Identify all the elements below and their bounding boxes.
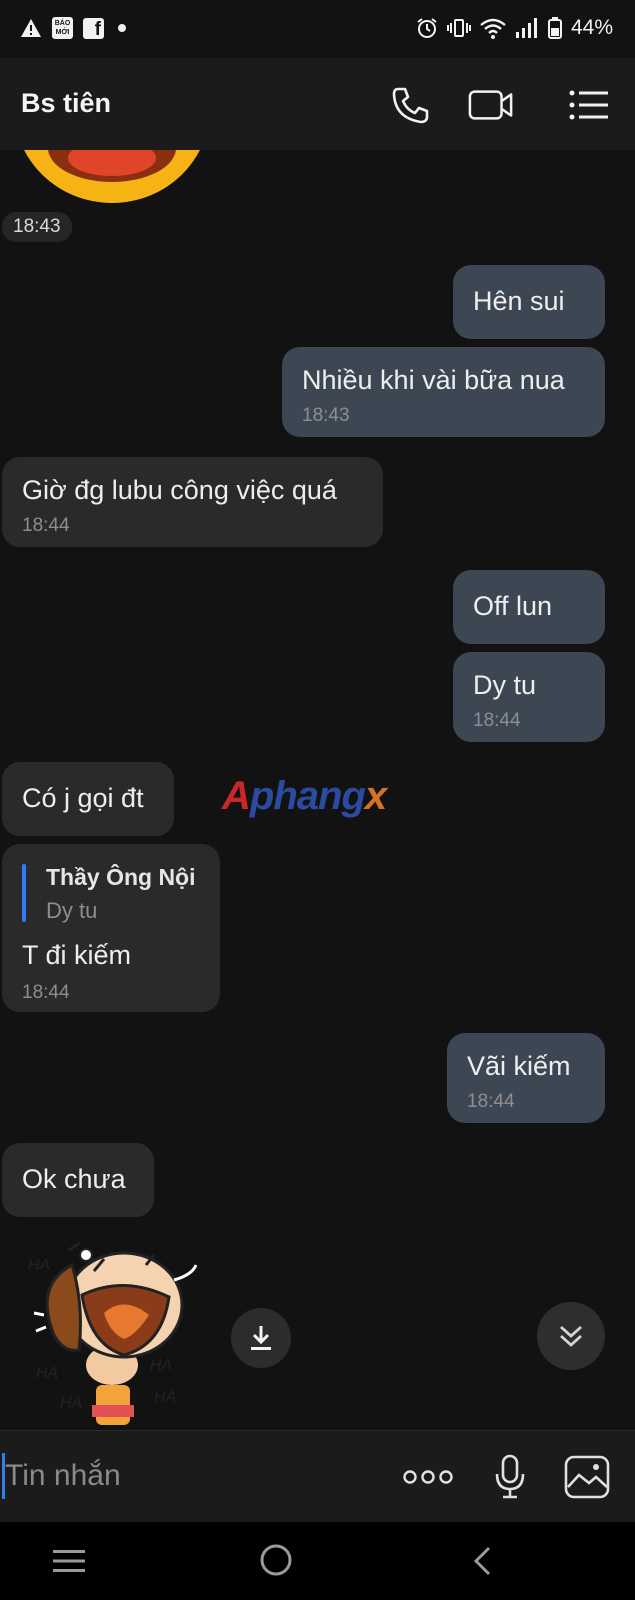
reply-author: Thầy Ông Nội	[46, 864, 196, 890]
message-bubble-incoming-reply[interactable]: Thầy Ông Nội Dy tu T đi kiếm 18:44	[2, 844, 220, 1012]
notification-dot-icon	[118, 24, 126, 32]
message-time: 18:44	[467, 1091, 515, 1112]
message-bubble-outgoing[interactable]: Dy tu 18:44	[453, 652, 605, 742]
message-text: Có j gọi đt	[22, 783, 144, 813]
message-bubble-incoming[interactable]: Giờ đg lubu công việc quá 18:44	[2, 457, 383, 547]
video-camera-icon	[468, 90, 513, 120]
message-time: 18:43	[302, 405, 350, 426]
contact-name[interactable]: Bs tiên	[21, 88, 111, 119]
more-options-button[interactable]	[402, 1457, 454, 1497]
news-app-icon: BÁO MỚI	[52, 17, 73, 39]
chat-area[interactable]: 18:43 Hên sui Nhiều khi vài bữa nua 18:4…	[0, 150, 635, 1430]
list-menu-icon	[569, 90, 608, 120]
image-icon	[564, 1455, 610, 1499]
time-chip: 18:43	[2, 212, 72, 242]
status-bar: BÁO MỚI f 44%	[0, 0, 635, 58]
watermark-logo: Aphangx	[222, 774, 387, 818]
facebook-icon: f	[83, 17, 104, 40]
home-icon	[260, 1544, 292, 1576]
video-call-button[interactable]	[468, 82, 514, 128]
message-text: Giờ đg lubu công việc quá	[22, 475, 337, 505]
message-text: Dy tu	[473, 670, 537, 700]
battery-percent: 44%	[570, 16, 613, 39]
reply-quote-bar	[22, 864, 26, 922]
message-text: Ok chưa	[22, 1164, 126, 1194]
sticker-ha-text: HA	[150, 1357, 173, 1374]
phone-icon	[392, 87, 429, 124]
message-input[interactable]: Tin nhắn	[5, 1459, 121, 1493]
microphone-icon	[495, 1454, 525, 1499]
send-image-button[interactable]	[563, 1453, 611, 1501]
home-button[interactable]	[256, 1540, 296, 1580]
sticker-ha-text: HA	[28, 1257, 51, 1274]
double-chevron-down-icon	[560, 1325, 582, 1347]
system-nav-bar	[0, 1522, 635, 1600]
alarm-icon	[417, 18, 437, 38]
message-bubble-outgoing[interactable]: Hên sui	[453, 265, 605, 339]
message-text: Nhiều khi vài bữa nua	[302, 365, 565, 395]
battery-icon	[547, 17, 562, 39]
message-bubble-outgoing[interactable]: Nhiều khi vài bữa nua 18:43	[282, 347, 605, 437]
download-button[interactable]	[231, 1308, 291, 1368]
message-time: 18:44	[22, 982, 70, 1003]
menu-button[interactable]	[566, 82, 612, 128]
warning-icon	[21, 19, 41, 37]
message-bubble-incoming[interactable]: Có j gọi đt	[2, 762, 174, 836]
message-time: 18:44	[22, 515, 70, 536]
message-text: Vãi kiếm	[467, 1051, 571, 1081]
more-dots-icon	[403, 1470, 453, 1484]
recent-apps-icon	[53, 1550, 85, 1572]
sticker-ha-text: HA	[154, 1389, 177, 1406]
news-app-label-1: BÁO	[54, 20, 71, 27]
voice-message-button[interactable]	[490, 1451, 530, 1503]
laughing-girl-sticker[interactable]: HA HA HA HA HA	[24, 1235, 214, 1430]
message-text: Off lun	[473, 591, 553, 621]
message-bubble-outgoing[interactable]: Vãi kiếm 18:44	[447, 1033, 605, 1123]
signal-icon	[515, 18, 537, 38]
back-button[interactable]	[463, 1542, 501, 1580]
message-composer: Tin nhắn	[0, 1430, 635, 1523]
message-time: 18:44	[473, 710, 521, 731]
call-button[interactable]	[387, 82, 433, 128]
back-icon	[473, 1546, 491, 1576]
wifi-icon	[480, 18, 506, 39]
reply-quoted-text: Dy tu	[46, 898, 98, 923]
recent-apps-button[interactable]	[50, 1542, 88, 1580]
message-bubble-outgoing[interactable]: Off lun	[453, 570, 605, 644]
chat-header: Bs tiên	[0, 58, 635, 150]
news-app-label-2: MỚI	[55, 29, 70, 36]
sticker-ha-text: HA	[60, 1395, 83, 1412]
vibrate-icon	[446, 19, 471, 37]
message-text: Hên sui	[473, 286, 565, 316]
scroll-to-bottom-button[interactable]	[537, 1302, 605, 1370]
laughing-emoji-sticker[interactable]	[10, 150, 215, 210]
message-bubble-incoming[interactable]: Ok chưa	[2, 1143, 154, 1217]
message-text: T đi kiếm	[22, 940, 132, 970]
download-icon	[251, 1326, 271, 1350]
sticker-ha-text: HA	[36, 1365, 59, 1382]
